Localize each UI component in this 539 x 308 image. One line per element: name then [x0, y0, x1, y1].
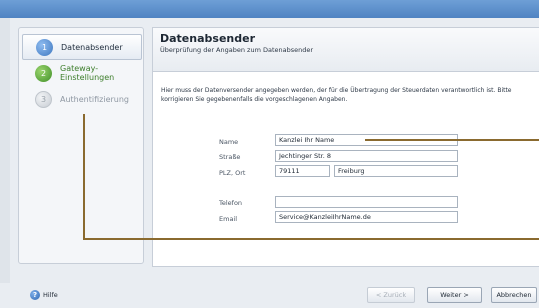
step-gateway-einstellungen[interactable]: 2 Gateway-Einstellungen: [22, 60, 142, 86]
wizard-steps-sidebar: 1 Datenabsender 2 Gateway-Einstellungen …: [18, 27, 144, 264]
name-label: Name: [219, 138, 239, 146]
street-label: Straße: [219, 153, 241, 161]
page-header: Datenabsender Überprüfung der Angaben zu…: [153, 28, 539, 72]
window-titlebar: [0, 0, 539, 18]
email-label: Email: [219, 215, 238, 223]
step-authentifizierung[interactable]: 3 Authentifizierung: [22, 86, 142, 112]
phone-label: Telefon: [219, 199, 243, 207]
step-datenabsender[interactable]: 1 Datenabsender: [22, 34, 142, 60]
phone-field[interactable]: [275, 196, 458, 208]
annotation-line-sidebar-horizontal: [83, 238, 539, 240]
step-label: Authentifizierung: [60, 94, 129, 104]
step-3-icon: 3: [35, 90, 52, 108]
step-2-icon: 2: [35, 64, 52, 82]
main-panel: Datenabsender Überprüfung der Angaben zu…: [152, 27, 539, 267]
zip-city-label: PLZ, Ort: [219, 169, 246, 177]
city-field[interactable]: Freiburg: [334, 165, 458, 177]
email-field[interactable]: Service@KanzleiIhrName.de: [275, 211, 458, 223]
annotation-line-name: [365, 139, 539, 141]
page-subtitle: Überprüfung der Angaben zum Datenabsende…: [160, 46, 314, 54]
help-icon[interactable]: ?: [30, 290, 40, 300]
cancel-button[interactable]: Abbrechen: [491, 287, 537, 303]
annotation-line-sidebar-vertical: [83, 114, 85, 240]
step-1-icon: 1: [36, 38, 53, 56]
next-button[interactable]: Weiter >: [427, 287, 482, 303]
description-text: Hier muss der Datenversender angegeben w…: [161, 87, 512, 103]
zip-field[interactable]: 79111: [275, 165, 330, 177]
help-link[interactable]: Hilfe: [43, 291, 58, 299]
step-label: Gateway-Einstellungen: [60, 64, 115, 82]
street-field[interactable]: Jechtinger Str. 8: [275, 150, 458, 162]
page-title: Datenabsender: [160, 32, 255, 45]
step-label: Datenabsender: [61, 42, 123, 52]
back-button[interactable]: < Zurück: [367, 287, 415, 303]
